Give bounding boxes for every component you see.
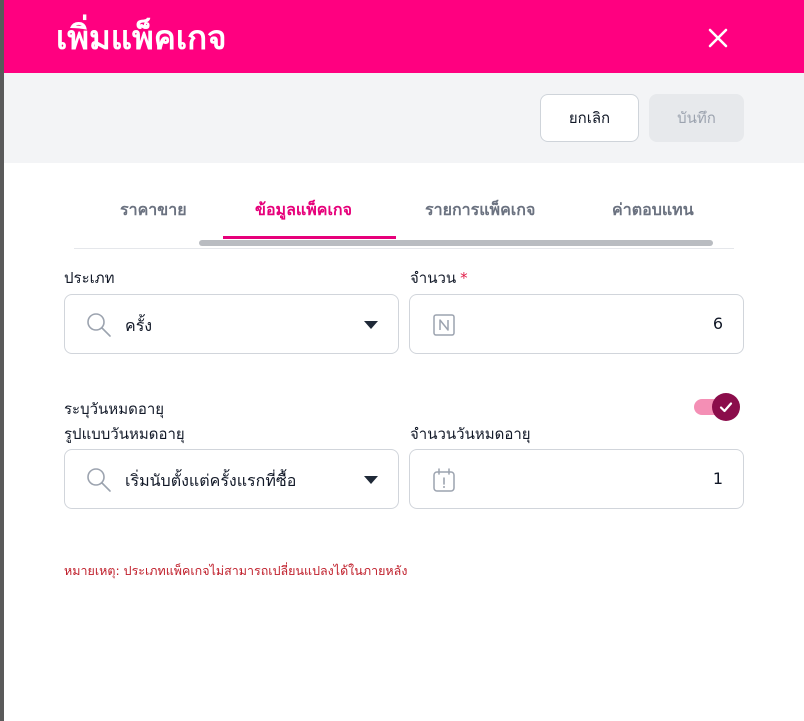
calendar-alert-icon <box>433 468 455 492</box>
chevron-down-icon <box>364 476 378 484</box>
tab-compensation[interactable]: ค่าตอบแทน <box>612 198 694 223</box>
type-value: ครั้ง <box>125 316 153 335</box>
toggle-knob <box>712 393 740 421</box>
search-icon <box>87 313 111 337</box>
type-label: ประเภท <box>64 269 115 287</box>
dialog-title: เพิ่มแพ็คเกจ <box>56 18 227 57</box>
quantity-input[interactable]: 6 <box>409 294 744 354</box>
expiry-days-label: จำนวนวันหมดอายุ <box>410 425 531 443</box>
quantity-value: 6 <box>712 314 723 333</box>
tab-scrollbar[interactable] <box>199 240 713 246</box>
expiry-days-input[interactable]: 1 <box>409 449 744 509</box>
number-icon <box>433 314 455 336</box>
tab-package-info[interactable]: ข้อมูลแพ็คเกจ <box>255 198 352 223</box>
expiry-days-value: 1 <box>712 469 723 488</box>
expiry-toggle-label: ระบุวันหมดอายุ <box>64 400 165 418</box>
tab-bar: ราคาขาย ข้อมูลแพ็คเกจ รายการแพ็คเกจ ค่าต… <box>74 180 734 250</box>
note-text: หมายเหตุ: ประเภทแพ็คเกจไม่สามารถเปลี่ยนแ… <box>64 563 408 578</box>
dialog-header: เพิ่มแพ็คเกจ <box>4 0 804 73</box>
active-tab-indicator <box>223 236 396 239</box>
tab-divider <box>74 248 734 249</box>
close-button[interactable] <box>702 22 734 54</box>
quantity-label: จำนวน * <box>410 266 468 290</box>
required-mark: * <box>460 269 468 287</box>
dialog-toolbar: ยกเลิก บันทึก <box>4 73 804 163</box>
cancel-button[interactable]: ยกเลิก <box>540 94 639 142</box>
tab-price[interactable]: ราคาขาย <box>120 198 187 223</box>
chevron-down-icon <box>364 321 378 329</box>
expiry-type-select[interactable]: เริ่มนับตั้งแต่ครั้งแรกที่ซื้อ <box>64 449 399 509</box>
check-icon <box>719 402 733 413</box>
expiry-type-label: รูปแบบวันหมดอายุ <box>64 425 185 443</box>
close-icon <box>708 28 728 48</box>
tab-package-items[interactable]: รายการแพ็คเกจ <box>425 198 535 223</box>
type-select[interactable]: ครั้ง <box>64 294 399 354</box>
search-icon <box>87 468 111 492</box>
save-button[interactable]: บันทึก <box>649 94 744 142</box>
expiry-toggle[interactable] <box>694 393 740 421</box>
quantity-label-text: จำนวน <box>410 269 457 287</box>
expiry-type-value: เริ่มนับตั้งแต่ครั้งแรกที่ซื้อ <box>125 471 297 490</box>
